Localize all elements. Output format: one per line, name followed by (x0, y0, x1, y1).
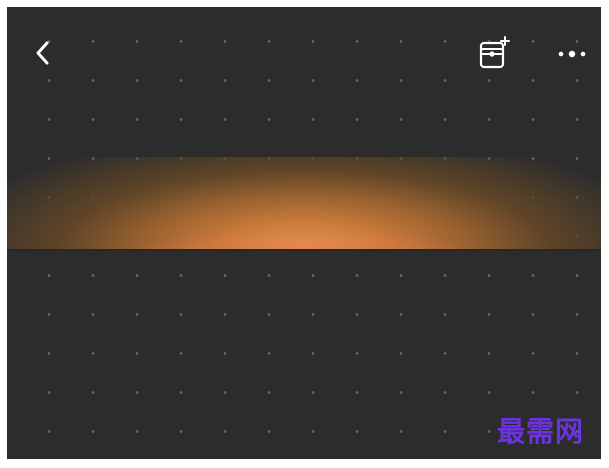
photo-album-add-icon (479, 36, 510, 69)
chevron-left-icon (36, 41, 49, 65)
more-options-button[interactable] (552, 39, 592, 69)
more-dots-icon (558, 50, 586, 58)
camera-viewfinder (7, 7, 601, 459)
horizon-line (7, 249, 601, 251)
site-watermark: 最需网 (497, 415, 585, 448)
sunset-glow (7, 157, 601, 249)
back-button[interactable] (25, 35, 61, 71)
album-add-button[interactable] (472, 34, 512, 74)
